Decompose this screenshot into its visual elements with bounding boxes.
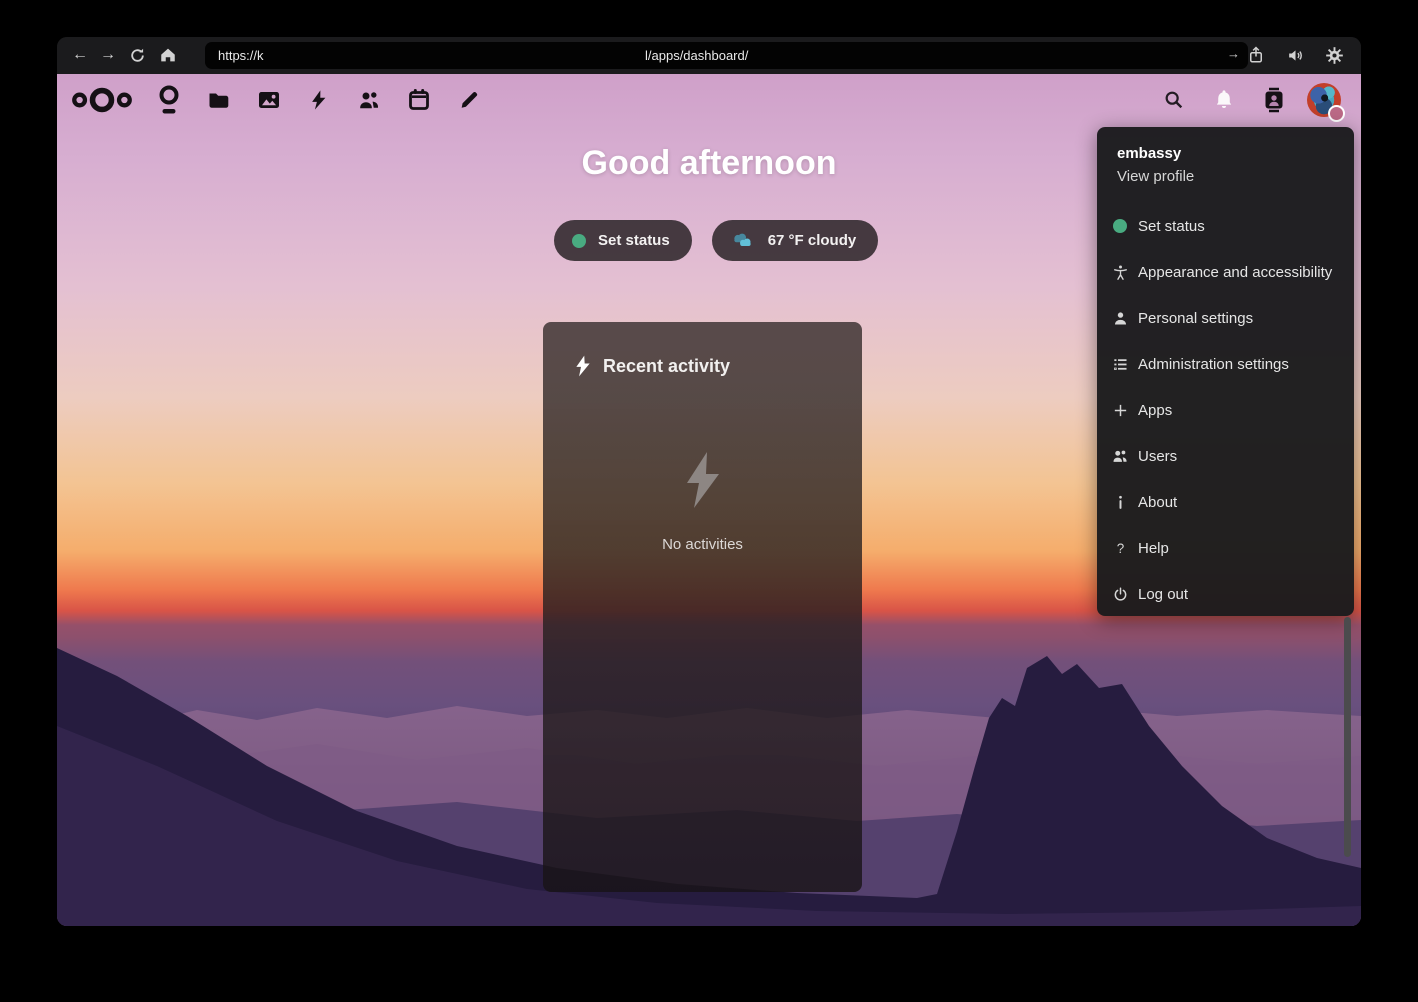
view-profile-link[interactable]: View profile bbox=[1097, 165, 1354, 189]
account-dropdown-menu: embassy View profile Set status bbox=[1097, 127, 1354, 616]
list-settings-icon bbox=[1110, 354, 1130, 374]
menu-item-personal-settings[interactable]: Personal settings bbox=[1097, 295, 1354, 341]
app-calendar-button[interactable] bbox=[394, 74, 444, 125]
set-status-label: Set status bbox=[598, 232, 670, 249]
menu-item-label: Users bbox=[1138, 448, 1177, 465]
menu-item-label: Log out bbox=[1138, 586, 1188, 603]
bell-icon bbox=[1213, 88, 1235, 112]
recent-activity-widget: Recent activity No activities bbox=[543, 322, 862, 892]
app-notes-button[interactable] bbox=[444, 74, 494, 125]
status-online-icon bbox=[1110, 216, 1130, 236]
power-icon bbox=[1110, 584, 1130, 604]
user-status-badge bbox=[1328, 105, 1345, 122]
accessibility-icon bbox=[1110, 262, 1130, 282]
menu-item-logout[interactable]: Log out bbox=[1097, 571, 1354, 617]
svg-text:?: ? bbox=[1116, 540, 1123, 555]
home-button[interactable] bbox=[155, 42, 181, 68]
menu-item-label: Help bbox=[1138, 540, 1169, 557]
menu-item-label: Set status bbox=[1138, 218, 1205, 235]
reload-button[interactable] bbox=[124, 42, 150, 68]
url-text-path: l/apps/dashboard/ bbox=[645, 48, 748, 63]
menu-item-label: About bbox=[1138, 494, 1177, 511]
notifications-button[interactable] bbox=[1199, 74, 1249, 125]
person-icon bbox=[1110, 308, 1130, 328]
app-contacts-button[interactable] bbox=[344, 74, 394, 125]
dashboard-icon bbox=[157, 85, 181, 115]
address-bar[interactable]: https://k l/apps/dashboard/ → bbox=[205, 42, 1248, 69]
search-button[interactable] bbox=[1149, 74, 1199, 125]
volume-icon bbox=[1286, 46, 1305, 65]
nextcloud-header bbox=[57, 74, 1361, 125]
menu-item-label: Appearance and accessibility bbox=[1138, 264, 1332, 281]
page-content: Good afternoon Set status bbox=[57, 74, 1361, 926]
lightning-icon bbox=[308, 88, 330, 112]
menu-item-about[interactable]: About bbox=[1097, 479, 1354, 525]
account-menu-button[interactable] bbox=[1299, 74, 1349, 125]
search-icon bbox=[1163, 89, 1185, 111]
calendar-icon bbox=[407, 87, 431, 113]
menu-item-admin-settings[interactable]: Administration settings bbox=[1097, 341, 1354, 387]
menu-item-label: Personal settings bbox=[1138, 310, 1253, 327]
menu-item-help[interactable]: ? Help bbox=[1097, 525, 1354, 571]
go-arrow-icon[interactable]: → bbox=[1227, 46, 1240, 61]
widget-title: Recent activity bbox=[603, 356, 730, 377]
home-icon bbox=[159, 46, 177, 64]
gear-icon bbox=[1325, 46, 1344, 65]
info-icon bbox=[1110, 492, 1130, 512]
share-icon bbox=[1247, 45, 1265, 65]
users-icon bbox=[1110, 446, 1130, 466]
folder-icon bbox=[207, 88, 231, 112]
page-scrollbar[interactable] bbox=[1344, 617, 1351, 857]
photos-icon bbox=[257, 88, 281, 112]
menu-item-label: Apps bbox=[1138, 402, 1172, 419]
menu-item-appearance[interactable]: Appearance and accessibility bbox=[1097, 249, 1354, 295]
empty-activity-icon bbox=[679, 450, 727, 510]
question-icon: ? bbox=[1110, 538, 1130, 558]
clouds-icon bbox=[730, 231, 756, 251]
browser-window: ← → https://k l/apps/dashboard/ → bbox=[57, 37, 1361, 926]
url-text-left: https://k bbox=[218, 48, 264, 63]
app-activity-button[interactable] bbox=[294, 74, 344, 125]
pencil-icon bbox=[458, 89, 480, 111]
browser-toolbar: ← → https://k l/apps/dashboard/ → bbox=[57, 37, 1361, 74]
app-dashboard-button[interactable] bbox=[144, 74, 194, 125]
app-files-button[interactable] bbox=[194, 74, 244, 125]
forward-button[interactable]: → bbox=[95, 42, 121, 68]
nextcloud-logo-icon[interactable] bbox=[71, 83, 133, 117]
weather-label: 67 °F cloudy bbox=[768, 232, 857, 249]
status-online-icon bbox=[572, 234, 586, 248]
share-button[interactable] bbox=[1243, 42, 1269, 68]
contacts-menu-button[interactable] bbox=[1249, 74, 1299, 125]
contact-card-icon bbox=[1262, 87, 1286, 113]
set-status-button[interactable]: Set status bbox=[554, 220, 692, 261]
reload-icon bbox=[129, 47, 146, 64]
menu-item-apps[interactable]: Apps bbox=[1097, 387, 1354, 433]
empty-state-text: No activities bbox=[543, 536, 862, 553]
menu-item-set-status[interactable]: Set status bbox=[1097, 203, 1354, 249]
menu-item-users[interactable]: Users bbox=[1097, 433, 1354, 479]
plus-icon bbox=[1110, 400, 1130, 420]
app-photos-button[interactable] bbox=[244, 74, 294, 125]
people-icon bbox=[357, 88, 381, 112]
weather-button[interactable]: 67 °F cloudy bbox=[712, 220, 879, 261]
volume-button[interactable] bbox=[1282, 42, 1308, 68]
settings-button[interactable] bbox=[1321, 42, 1347, 68]
back-button[interactable]: ← bbox=[67, 42, 93, 68]
activity-icon bbox=[573, 354, 593, 378]
menu-item-label: Administration settings bbox=[1138, 356, 1289, 373]
account-display-name: embassy bbox=[1097, 143, 1354, 165]
